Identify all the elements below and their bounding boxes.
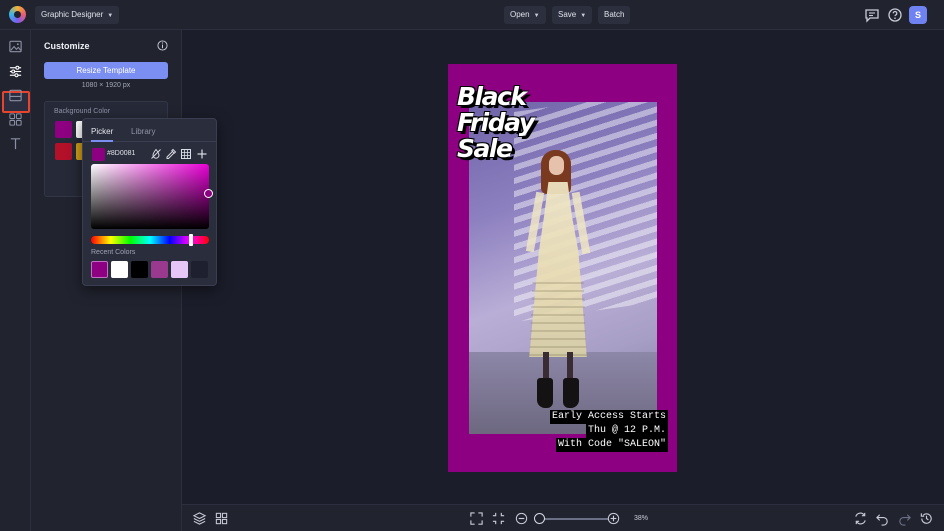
open-label: Open — [510, 10, 530, 19]
background-color-label: Background Color — [54, 108, 111, 115]
bottom-bar: 38% — [182, 504, 944, 531]
canvas-dimensions: 1080 × 1920 px — [81, 82, 131, 89]
save-dropdown[interactable]: Save ▼ — [552, 6, 593, 24]
plus-icon[interactable] — [196, 148, 208, 160]
app-logo-icon[interactable] — [9, 6, 26, 23]
headline-line: Sale — [457, 134, 513, 163]
color-picker-popover: Picker Library #8D0081 Recent Colors — [82, 118, 217, 286]
hue-slider-handle[interactable] — [189, 234, 193, 246]
background-swatch[interactable] — [55, 121, 72, 138]
help-icon[interactable] — [887, 7, 903, 23]
history-icon[interactable] — [919, 511, 934, 526]
promo-line: Thu @ 12 P.M. — [585, 424, 668, 438]
text-icon[interactable] — [8, 136, 23, 151]
recent-color-swatch[interactable] — [131, 261, 148, 278]
avatar[interactable]: S — [909, 6, 927, 24]
headline-text[interactable]: Black Friday Sale — [457, 82, 535, 163]
open-dropdown[interactable]: Open ▼ — [504, 6, 546, 24]
grid-icon[interactable] — [180, 148, 192, 160]
info-icon[interactable] — [157, 40, 168, 51]
eyedropper-icon[interactable] — [165, 148, 177, 160]
image-icon[interactable] — [8, 39, 23, 54]
design-canvas[interactable]: Black Friday Sale Early Access Starts Th… — [448, 64, 677, 472]
background-swatch[interactable] — [55, 143, 72, 160]
actual-size-icon[interactable] — [491, 511, 506, 526]
tool-rail — [0, 30, 31, 531]
current-color-swatch — [92, 148, 105, 161]
headline-line: Black — [457, 82, 527, 111]
tab-picker[interactable]: Picker — [91, 127, 113, 136]
zoom-level[interactable]: 38% — [628, 512, 654, 526]
recent-color-swatch[interactable] — [191, 261, 208, 278]
promo-text[interactable]: Early Access Starts Thu @ 12 P.M. With C… — [549, 410, 668, 452]
promo-line: With Code "SALEON" — [555, 438, 668, 452]
active-tab-indicator — [91, 140, 113, 142]
recent-color-swatch[interactable] — [171, 261, 188, 278]
saturation-handle[interactable] — [204, 189, 213, 198]
mode-label: Graphic Designer — [41, 10, 104, 19]
fit-screen-icon[interactable] — [469, 511, 484, 526]
layers-icon[interactable] — [192, 511, 207, 526]
chat-icon[interactable] — [864, 7, 880, 23]
model-boot — [537, 378, 553, 408]
model-boot — [563, 378, 579, 408]
hex-input[interactable]: #8D0081 — [107, 150, 135, 157]
batch-label: Batch — [604, 10, 625, 19]
recent-color-swatch[interactable] — [91, 261, 108, 278]
undo-icon[interactable] — [875, 511, 890, 526]
chevron-down-icon: ▼ — [107, 13, 114, 19]
headline-line: Friday — [457, 108, 535, 137]
chevron-down-icon: ▼ — [580, 13, 587, 19]
zoom-slider-track[interactable] — [536, 518, 608, 520]
layout-icon[interactable] — [8, 88, 23, 103]
save-label: Save — [558, 10, 577, 19]
zoom-in-icon[interactable] — [606, 511, 621, 526]
recent-colors-label: Recent Colors — [91, 249, 136, 256]
top-bar: Graphic Designer ▼ Open ▼ Save ▼ Batch S — [0, 0, 944, 30]
zoom-out-icon[interactable] — [514, 511, 529, 526]
redo-icon[interactable] — [897, 511, 912, 526]
replace-icon[interactable] — [853, 511, 868, 526]
dress-ruffles — [529, 282, 587, 357]
elements-icon[interactable] — [8, 112, 23, 127]
grid-view-icon[interactable] — [214, 511, 229, 526]
sliders-icon[interactable] — [8, 64, 23, 79]
chevron-down-icon: ▼ — [533, 13, 540, 19]
batch-button[interactable]: Batch — [598, 6, 631, 24]
recent-color-swatch[interactable] — [111, 261, 128, 278]
promo-line: Early Access Starts — [549, 410, 668, 424]
recent-color-swatch[interactable] — [151, 261, 168, 278]
tab-library[interactable]: Library — [131, 127, 155, 136]
mode-dropdown[interactable]: Graphic Designer ▼ — [35, 6, 120, 24]
no-color-icon[interactable] — [150, 148, 162, 160]
zoom-slider-thumb[interactable] — [534, 513, 545, 524]
model-face — [549, 156, 564, 175]
panel-title: Customize — [44, 41, 90, 51]
saturation-value-area[interactable] — [91, 164, 209, 229]
resize-template-button[interactable]: Resize Template — [44, 62, 168, 79]
